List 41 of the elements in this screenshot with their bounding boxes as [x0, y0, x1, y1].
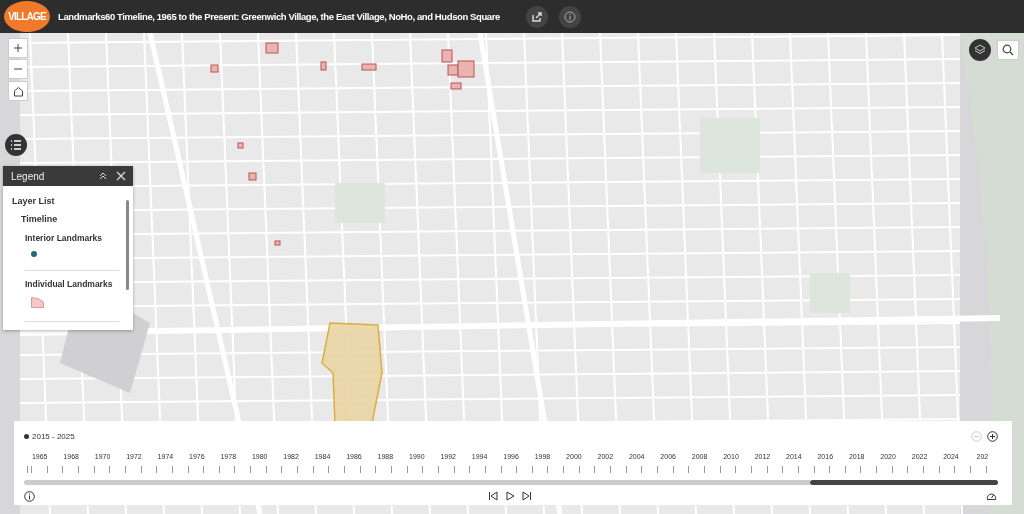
share-icon	[530, 10, 543, 23]
share-button[interactable]	[525, 5, 548, 28]
scrollbar-thumb[interactable]	[126, 200, 129, 290]
info-icon	[24, 491, 35, 502]
layer-list-heading: Layer List	[12, 196, 56, 206]
home-button[interactable]	[8, 81, 28, 101]
plus-circle-icon	[987, 430, 998, 442]
layer-group-label[interactable]: Timeline	[21, 214, 119, 224]
home-icon	[12, 85, 24, 97]
skip-forward-icon	[522, 491, 532, 501]
plus-icon	[13, 43, 23, 53]
close-button[interactable]	[115, 170, 127, 182]
skip-back-icon	[488, 491, 498, 501]
gauge-icon	[986, 491, 997, 502]
info-icon	[563, 10, 576, 23]
close-icon	[115, 170, 127, 182]
speed-button[interactable]	[986, 491, 998, 503]
double-chevron-icon	[97, 170, 109, 182]
legend-title: Legend	[11, 170, 46, 182]
village-logo: VILLAGE	[4, 1, 50, 32]
zoom-in-button[interactable]	[8, 38, 28, 58]
previous-button[interactable]	[488, 491, 500, 503]
play-icon	[505, 491, 515, 501]
search-button[interactable]	[997, 40, 1019, 60]
next-button[interactable]	[522, 491, 534, 503]
layer-label: Individual Landmarks	[25, 279, 114, 289]
time-extent-dot	[24, 433, 29, 439]
layers-icon	[974, 44, 986, 56]
layer-label: Interior Landmarks	[25, 233, 103, 243]
time-extent-label: 2015 - 2025	[32, 431, 75, 441]
timeline-info-button[interactable]	[24, 491, 36, 503]
selected-range-segment[interactable]	[966, 480, 999, 485]
list-icon	[10, 140, 22, 150]
minus-circle-icon	[971, 430, 982, 442]
search-icon	[1002, 44, 1014, 56]
app-title: Landmarks60 Timeline, 1965 to the Present: Greenwich Village, the East Village, NoHo, and Hudson Square	[58, 11, 500, 22]
selected-range-segment[interactable]	[809, 480, 841, 485]
timeline-zoom-in-button[interactable]	[987, 430, 998, 442]
play-button[interactable]	[505, 491, 517, 503]
info-button[interactable]	[558, 5, 581, 28]
collapse-button[interactable]	[97, 170, 109, 182]
